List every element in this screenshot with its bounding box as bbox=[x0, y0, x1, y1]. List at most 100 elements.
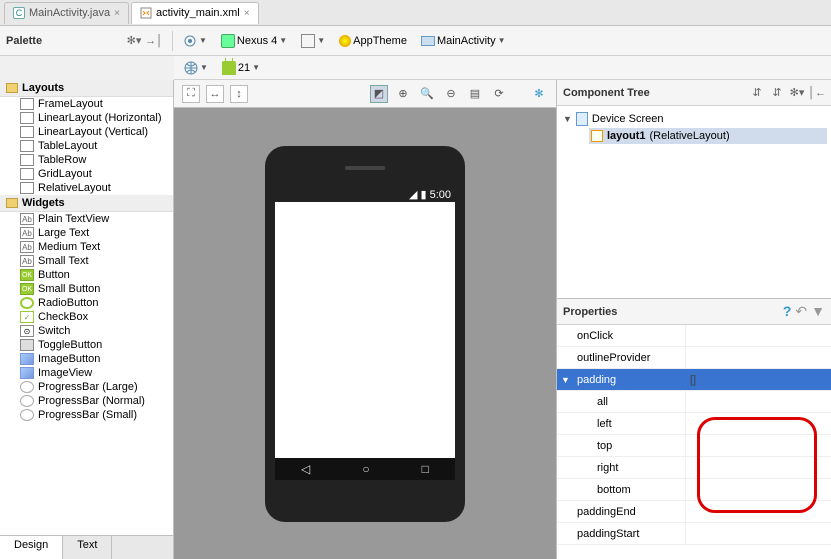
prop-row-paddingend[interactable]: paddingEnd bbox=[557, 501, 831, 523]
design-canvas[interactable]: ◢ ▮ 5:00 ◁ ○ □ bbox=[174, 108, 556, 559]
palette-item-checkbox[interactable]: ✓CheckBox bbox=[0, 310, 173, 324]
help-icon[interactable]: ? bbox=[783, 303, 792, 320]
expand-icon[interactable]: ⇵ bbox=[749, 85, 765, 101]
gear-icon[interactable]: ✻▾ bbox=[789, 85, 805, 101]
palette-item-tablelayout[interactable]: TableLayout bbox=[0, 139, 173, 153]
component-tree[interactable]: ▼ Device Screen layout1 (RelativeLayout) bbox=[557, 106, 831, 148]
prop-row-padding[interactable]: ▼padding[] bbox=[557, 369, 831, 391]
prop-value[interactable] bbox=[685, 523, 831, 544]
prop-name: padding bbox=[557, 374, 685, 386]
back-icon[interactable]: ◁ bbox=[301, 462, 310, 476]
tree-item-layout1[interactable]: layout1 (RelativeLayout) bbox=[589, 128, 827, 144]
palette-item-radiobutton[interactable]: RadioButton bbox=[0, 296, 173, 310]
prop-row-padding-top[interactable]: top bbox=[557, 435, 831, 457]
relativelayout-icon bbox=[591, 130, 603, 142]
prop-value[interactable] bbox=[685, 347, 831, 368]
prop-value[interactable] bbox=[685, 479, 831, 500]
tab-text[interactable]: Text bbox=[63, 536, 112, 559]
prop-name: onClick bbox=[557, 330, 685, 342]
wrap-width-icon[interactable]: ↔ bbox=[206, 85, 224, 103]
prop-value[interactable]: [] bbox=[685, 369, 831, 390]
refresh-icon[interactable]: ⟳ bbox=[490, 85, 508, 103]
palette-item-gridlayout[interactable]: GridLayout bbox=[0, 167, 173, 181]
prop-value[interactable] bbox=[685, 501, 831, 522]
zoom-in-icon[interactable]: 🔍 bbox=[418, 85, 436, 103]
home-icon[interactable]: ○ bbox=[362, 462, 369, 476]
select-icon[interactable]: ◩ bbox=[370, 85, 388, 103]
status-bar: ◢ ▮ 5:00 bbox=[275, 188, 455, 202]
prop-row-paddingstart[interactable]: paddingStart bbox=[557, 523, 831, 545]
phone-screen[interactable]: ◢ ▮ 5:00 ◁ ○ □ bbox=[275, 188, 455, 480]
tree-item-device-screen[interactable]: ▼ Device Screen bbox=[561, 110, 827, 128]
api-dropdown[interactable]: 21▼ bbox=[218, 59, 264, 77]
properties-list[interactable]: onClick outlineProvider ▼padding[] all l… bbox=[557, 325, 831, 559]
prop-row-padding-bottom[interactable]: bottom bbox=[557, 479, 831, 501]
palette-item-plain-textview[interactable]: AbPlain TextView bbox=[0, 212, 173, 226]
device-dropdown[interactable]: Nexus 4▼ bbox=[217, 32, 291, 50]
palette-item-relativelayout[interactable]: RelativeLayout bbox=[0, 181, 173, 195]
prop-value[interactable] bbox=[685, 457, 831, 478]
prop-value[interactable] bbox=[685, 413, 831, 434]
prop-row-outlineprovider[interactable]: outlineProvider bbox=[557, 347, 831, 369]
expand-triangle-icon[interactable]: ▼ bbox=[561, 375, 570, 385]
globe-icon bbox=[184, 61, 198, 75]
tab-label: Design bbox=[14, 539, 48, 551]
wrap-height-icon[interactable]: ↕ bbox=[230, 85, 248, 103]
tab-design[interactable]: Design bbox=[0, 536, 63, 559]
close-icon[interactable]: × bbox=[114, 8, 120, 19]
theme-dropdown[interactable]: AppTheme bbox=[335, 33, 411, 49]
palette-item-button[interactable]: OKButton bbox=[0, 268, 173, 282]
palette-list[interactable]: Layouts FrameLayout LinearLayout (Horizo… bbox=[0, 80, 173, 535]
orientation-dropdown[interactable]: ▼ bbox=[297, 32, 329, 50]
gear-icon[interactable]: ✻▾ bbox=[126, 33, 142, 49]
tab-label: MainActivity.java bbox=[29, 7, 110, 19]
prop-value[interactable] bbox=[685, 391, 831, 412]
palette-item-tablerow[interactable]: TableRow bbox=[0, 153, 173, 167]
prop-row-padding-left[interactable]: left bbox=[557, 413, 831, 435]
palette-item-small-button[interactable]: OKSmall Button bbox=[0, 282, 173, 296]
tab-main-activity-java[interactable]: C MainActivity.java × bbox=[4, 2, 129, 24]
palette-item-linearlayout-h[interactable]: LinearLayout (Horizontal) bbox=[0, 111, 173, 125]
hide-icon[interactable]: │← bbox=[809, 85, 825, 101]
palette-item-linearlayout-v[interactable]: LinearLayout (Vertical) bbox=[0, 125, 173, 139]
filter-icon[interactable]: ▼ bbox=[811, 303, 825, 320]
prop-row-padding-right[interactable]: right bbox=[557, 457, 831, 479]
collapse-icon[interactable]: ⇵ bbox=[769, 85, 785, 101]
palette-item-small-text[interactable]: AbSmall Text bbox=[0, 254, 173, 268]
expand-triangle-icon[interactable]: ▼ bbox=[563, 114, 572, 124]
palette-item-progressbar-small[interactable]: ProgressBar (Small) bbox=[0, 408, 173, 422]
palette-item-large-text[interactable]: AbLarge Text bbox=[0, 226, 173, 240]
palette-item-progressbar-normal[interactable]: ProgressBar (Normal) bbox=[0, 394, 173, 408]
settings-gear-icon[interactable]: ✻ bbox=[530, 85, 548, 103]
locale-dropdown[interactable]: ▼ bbox=[180, 59, 212, 77]
recent-icon[interactable]: □ bbox=[422, 462, 429, 476]
collapse-icon[interactable]: →│ bbox=[146, 33, 162, 49]
palette-item-togglebutton[interactable]: ToggleButton bbox=[0, 338, 173, 352]
zoom-out-icon[interactable]: ⊖ bbox=[442, 85, 460, 103]
design-surface-dropdown[interactable]: ▼ bbox=[179, 32, 211, 50]
prop-value[interactable] bbox=[685, 435, 831, 456]
close-icon[interactable]: × bbox=[244, 8, 250, 19]
tab-activity-main-xml[interactable]: activity_main.xml × bbox=[131, 2, 259, 24]
prop-row-padding-all[interactable]: all bbox=[557, 391, 831, 413]
widgets-group-header[interactable]: Widgets bbox=[0, 195, 173, 212]
activity-dropdown[interactable]: MainActivity▼ bbox=[417, 33, 510, 49]
item-label: TableRow bbox=[38, 154, 86, 166]
prop-row-onclick[interactable]: onClick bbox=[557, 325, 831, 347]
device-screen-icon bbox=[576, 112, 588, 126]
palette-item-imagebutton[interactable]: ImageButton bbox=[0, 352, 173, 366]
screen-body[interactable] bbox=[275, 202, 455, 458]
palette-item-framelayout[interactable]: FrameLayout bbox=[0, 97, 173, 111]
palette-item-switch[interactable]: ⊙Switch bbox=[0, 324, 173, 338]
palette-item-progressbar-large[interactable]: ProgressBar (Large) bbox=[0, 380, 173, 394]
clipboard-icon[interactable]: ▤ bbox=[466, 85, 484, 103]
undo-icon[interactable]: ↶ bbox=[795, 303, 807, 320]
zoom-fit-icon[interactable]: ⊕ bbox=[394, 85, 412, 103]
item-label: Large Text bbox=[38, 227, 89, 239]
palette-item-medium-text[interactable]: AbMedium Text bbox=[0, 240, 173, 254]
prop-name: right bbox=[557, 462, 685, 474]
viewport-icon[interactable]: ⛶ bbox=[182, 85, 200, 103]
palette-item-imageview[interactable]: ImageView bbox=[0, 366, 173, 380]
layouts-group-header[interactable]: Layouts bbox=[0, 80, 173, 97]
prop-value[interactable] bbox=[685, 325, 831, 346]
